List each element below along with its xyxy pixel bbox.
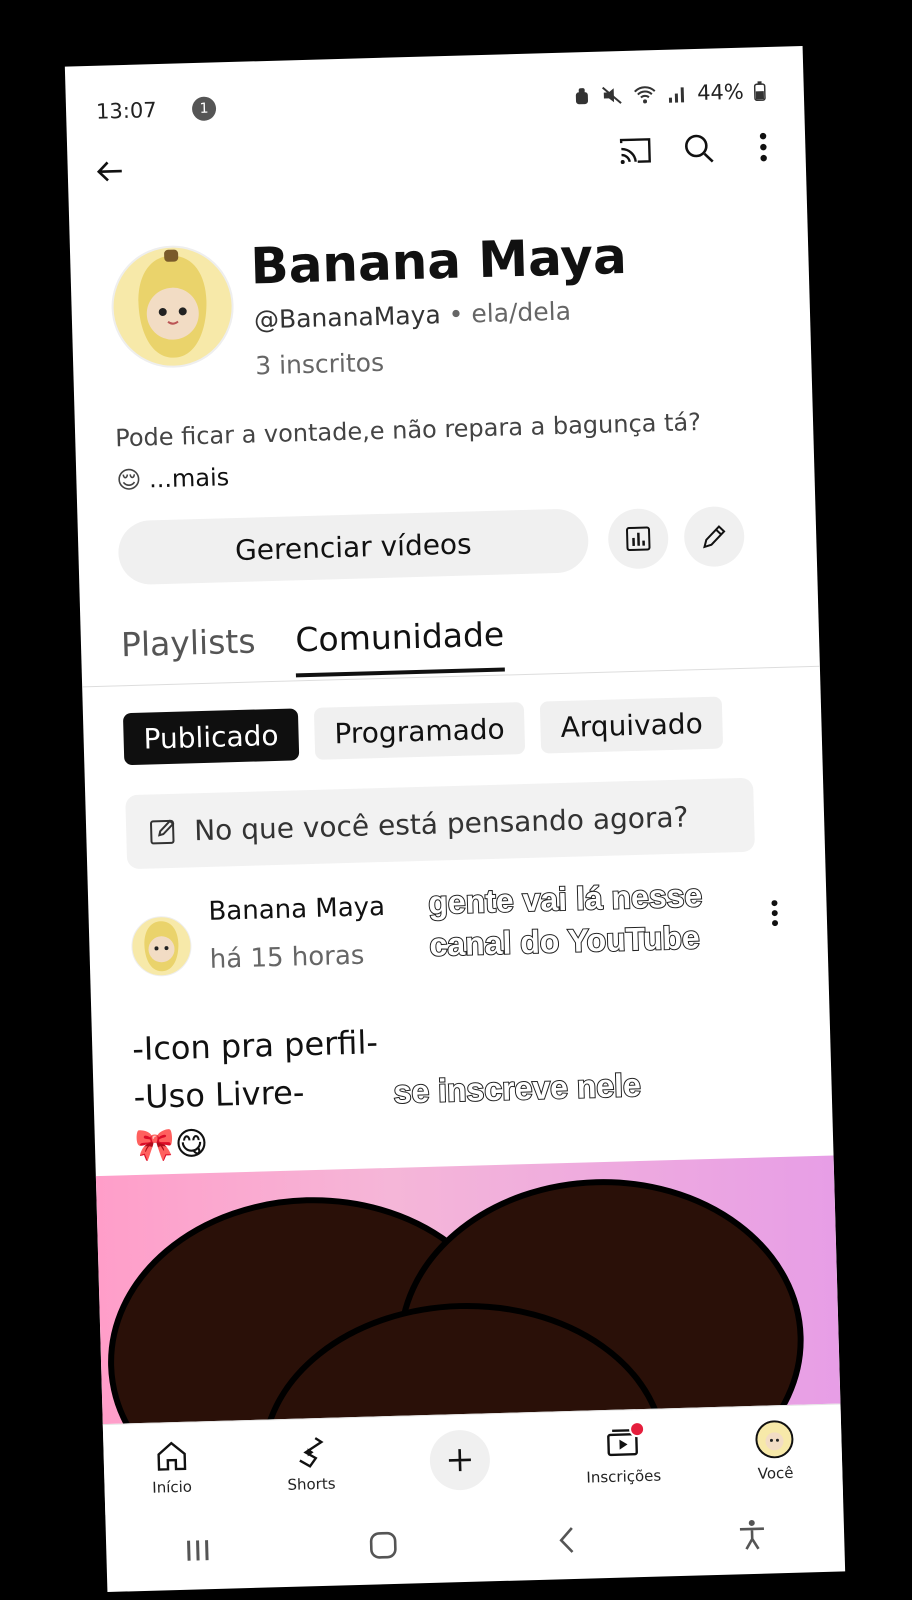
status-time: 13:07 bbox=[95, 98, 157, 124]
handle-separator: • bbox=[448, 299, 464, 329]
nav-shorts-label: Shorts bbox=[287, 1474, 336, 1494]
post-body: -Icon pra perfil- -Uso Livre- 🎀😋 bbox=[132, 1018, 382, 1169]
chip-scheduled[interactable]: Programado bbox=[313, 702, 526, 760]
top-bar bbox=[87, 125, 786, 204]
edit-post-icon bbox=[150, 819, 175, 845]
analytics-button[interactable] bbox=[607, 507, 670, 570]
accessibility-icon[interactable] bbox=[729, 1512, 774, 1557]
nav-subscriptions[interactable]: Inscrições bbox=[585, 1420, 662, 1487]
post-timestamp: há 15 horas bbox=[209, 940, 365, 975]
phone-screen: 13:07 1 44% Banana Maya @BananaMaya • el… bbox=[64, 45, 846, 1593]
nav-subscriptions-label: Inscrições bbox=[586, 1466, 662, 1487]
back-button-icon[interactable] bbox=[545, 1518, 590, 1563]
recent-apps-icon[interactable] bbox=[176, 1528, 221, 1573]
search-icon[interactable] bbox=[677, 126, 722, 171]
post-author-name[interactable]: Banana Maya bbox=[208, 892, 385, 927]
avatar-icon bbox=[755, 1420, 794, 1459]
battery-percent: 44% bbox=[696, 79, 745, 105]
nav-shorts[interactable]: Shorts bbox=[286, 1435, 336, 1494]
more-link[interactable]: ...mais bbox=[149, 463, 230, 493]
nav-you-label: Você bbox=[757, 1463, 794, 1483]
back-arrow-icon[interactable] bbox=[87, 149, 132, 194]
pencil-icon bbox=[703, 525, 726, 549]
overlay-caption-subscribe: se inscreve nele bbox=[392, 1066, 642, 1111]
top-actions bbox=[613, 125, 786, 174]
filter-chips: Publicado Programado Arquivado bbox=[122, 696, 724, 766]
home-button-icon[interactable] bbox=[360, 1523, 405, 1568]
chip-archived[interactable]: Arquivado bbox=[539, 696, 724, 754]
channel-description[interactable]: Pode ficar a vontade,e não repara a bagu… bbox=[115, 401, 717, 502]
home-icon bbox=[156, 1441, 186, 1471]
nav-create[interactable] bbox=[429, 1429, 492, 1491]
wifi-icon bbox=[634, 86, 656, 104]
signal-icon bbox=[669, 87, 685, 103]
analytics-icon bbox=[625, 526, 651, 552]
silent-icon bbox=[576, 88, 589, 105]
channel-tabs: Playlists Comunidade bbox=[120, 614, 506, 683]
battery-icon bbox=[753, 81, 766, 102]
channel-pronouns: ela/dela bbox=[470, 296, 572, 329]
nav-home[interactable]: Início bbox=[151, 1440, 192, 1497]
post-image[interactable] bbox=[95, 1155, 841, 1437]
overlay-caption-line-2: canal do YouTube bbox=[428, 918, 701, 964]
nav-home-label: Início bbox=[152, 1477, 193, 1497]
post-author-avatar[interactable] bbox=[130, 915, 193, 978]
channel-name: Banana Maya bbox=[249, 227, 628, 296]
mute-icon bbox=[602, 86, 623, 104]
tab-community[interactable]: Comunidade bbox=[294, 614, 506, 678]
post-composer[interactable]: No que você está pensando agora? bbox=[125, 777, 756, 870]
post-more-icon[interactable] bbox=[752, 891, 797, 936]
channel-handle: @BananaMaya bbox=[253, 300, 442, 335]
composer-placeholder: No que você está pensando agora? bbox=[193, 799, 689, 847]
create-plus-icon bbox=[429, 1429, 492, 1491]
status-bar: 13:07 1 44% bbox=[96, 75, 775, 134]
shorts-icon bbox=[299, 1437, 324, 1468]
more-vert-icon[interactable] bbox=[741, 125, 786, 170]
post-emojis: 🎀😋 bbox=[134, 1124, 209, 1165]
chip-published[interactable]: Publicado bbox=[122, 708, 300, 766]
manage-videos-button[interactable]: Gerenciar vídeos bbox=[117, 508, 590, 586]
tab-playlists[interactable]: Playlists bbox=[120, 622, 256, 683]
channel-avatar[interactable] bbox=[109, 244, 236, 370]
edit-channel-button[interactable] bbox=[683, 505, 746, 568]
post-line-1: -Icon pra perfil- bbox=[131, 1023, 379, 1069]
nav-you[interactable]: Você bbox=[755, 1420, 795, 1483]
cast-icon[interactable] bbox=[613, 128, 658, 173]
status-icons: 44% bbox=[573, 79, 766, 108]
subscriber-count: 3 inscritos bbox=[254, 347, 385, 381]
notification-count-badge: 1 bbox=[191, 96, 217, 122]
overlay-caption-line-1: gente vai lá nesse bbox=[427, 876, 704, 922]
channel-handle-line: @BananaMaya • ela/dela bbox=[254, 297, 572, 335]
subscriptions-notification-dot bbox=[629, 1420, 646, 1438]
post-line-2: -Uso Livre- bbox=[133, 1073, 305, 1117]
